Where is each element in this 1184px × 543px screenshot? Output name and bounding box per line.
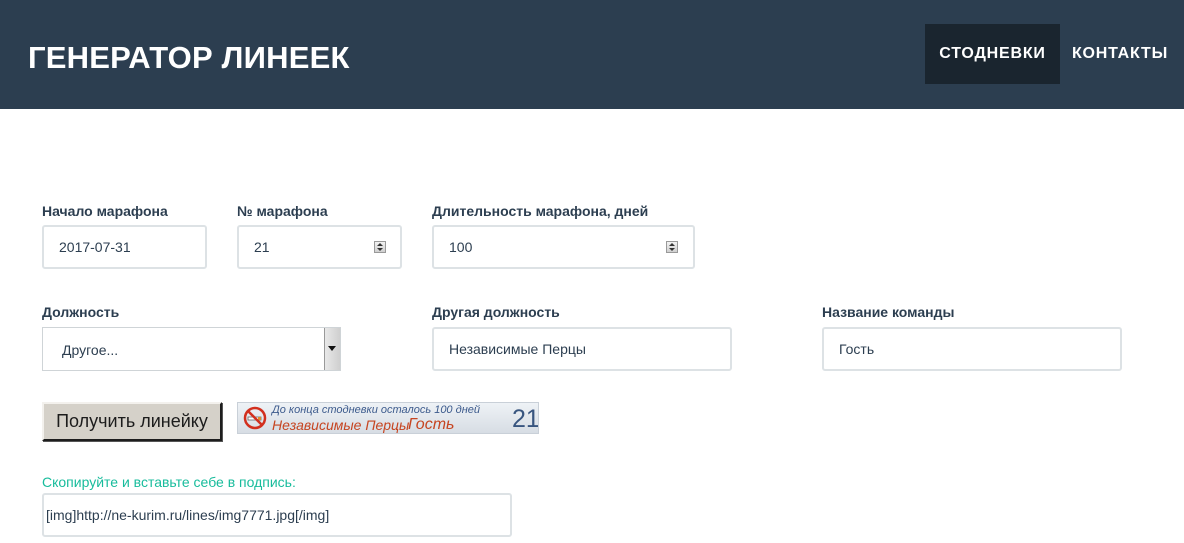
banner-number: 21 xyxy=(512,405,539,433)
other-position-input[interactable]: Независимые Перцы xyxy=(432,327,732,371)
team-name-value: Гость xyxy=(839,341,875,357)
copy-hint: Скопируйте и вставьте себе в подпись: xyxy=(42,474,296,490)
get-line-button[interactable]: Получить линейку xyxy=(42,402,222,441)
other-position-label: Другая должность xyxy=(432,304,560,320)
position-label: Должность xyxy=(42,304,120,320)
other-position-value: Независимые Перцы xyxy=(449,341,586,357)
position-selected-value: Другое... xyxy=(62,342,119,358)
position-select[interactable]: Другое... xyxy=(42,327,341,371)
start-date-input[interactable]: 2017-07-31 xyxy=(42,225,207,269)
team-name-input[interactable]: Гость xyxy=(822,327,1122,371)
banner-line1: До конца стодневки осталось 100 дней xyxy=(272,404,480,416)
dropdown-arrow-icon[interactable] xyxy=(324,328,340,370)
duration-spinner-icon[interactable] xyxy=(666,241,678,253)
site-header: ГЕНЕРАТОР ЛИНЕЕК СТОДНЕВКИ КОНТАКТЫ xyxy=(0,0,1184,109)
start-date-value: 2017-07-31 xyxy=(59,239,131,255)
duration-value: 100 xyxy=(449,239,473,255)
number-label: № марафона xyxy=(237,203,328,219)
nav-contacts[interactable]: КОНТАКТЫ xyxy=(1062,24,1178,84)
duration-label: Длительность марафона, дней xyxy=(432,203,649,219)
bbcode-value: [img]http://ne-kurim.ru/lines/img7771.jp… xyxy=(46,507,330,523)
line-banner-preview: До конца стодневки осталось 100 дней Нез… xyxy=(237,402,539,434)
bbcode-output-field[interactable]: [img]http://ne-kurim.ru/lines/img7771.jp… xyxy=(42,493,512,537)
banner-team: Гость xyxy=(408,416,455,433)
number-spinner-icon[interactable] xyxy=(374,241,386,253)
marathon-number-value: 21 xyxy=(254,239,270,255)
team-label: Название команды xyxy=(822,304,955,320)
brand-title[interactable]: ГЕНЕРАТОР ЛИНЕЕК xyxy=(28,38,350,78)
nav-stodnevki[interactable]: СТОДНЕВКИ xyxy=(925,24,1060,84)
banner-position: Независимые Перцы xyxy=(272,417,410,433)
duration-input[interactable]: 100 xyxy=(432,225,695,269)
marathon-number-input[interactable]: 21 xyxy=(237,225,402,269)
start-label: Начало марафона xyxy=(42,203,168,219)
no-smoking-icon xyxy=(243,406,267,430)
